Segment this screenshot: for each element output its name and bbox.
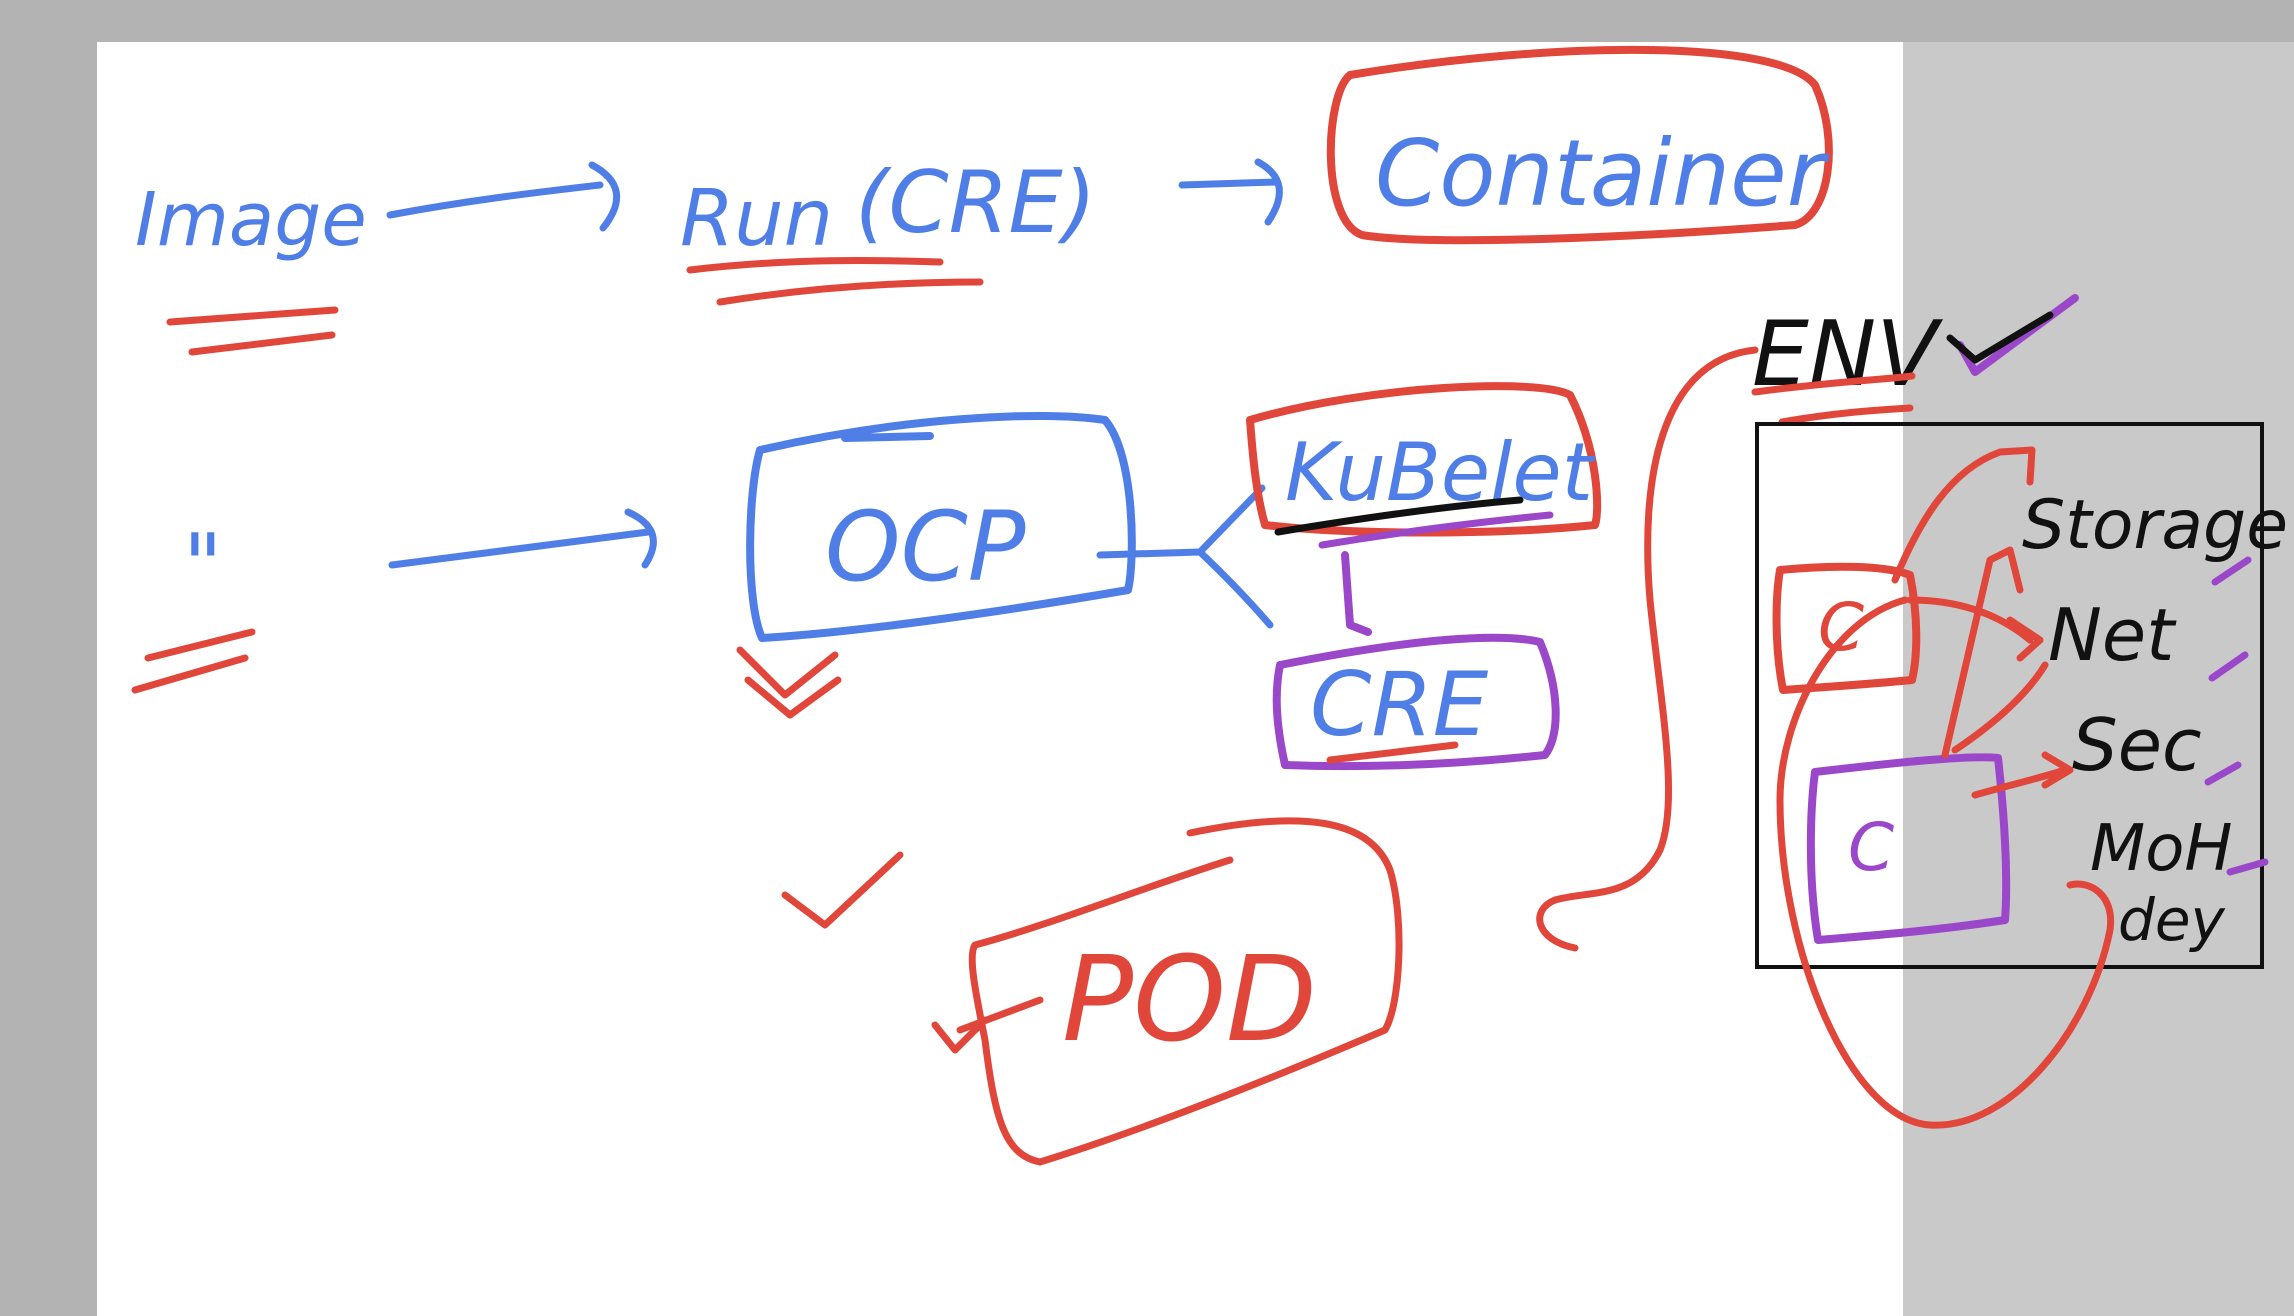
env-item-moh: MoH — [2090, 812, 2233, 886]
pod-label: POD — [1062, 930, 1317, 1068]
image-label: Image — [135, 177, 367, 263]
cre-row1-label: (CRE) — [855, 153, 1096, 253]
container-b-label: C — [1848, 809, 1894, 886]
env-item-sec: Sec — [2072, 703, 2202, 787]
whiteboard-canvas: Image Run (CRE) Container " OCP KuBelet … — [97, 42, 2294, 1316]
env-item-storage: Storage — [2022, 486, 2288, 565]
ditto-mark: " — [183, 516, 223, 616]
ocp-label: OCP — [825, 491, 1026, 603]
container-label: Container — [1375, 120, 1830, 227]
run-label: Run — [680, 174, 833, 264]
env-item-net: Net — [2048, 593, 2177, 677]
cre-row2-label: CRE — [1310, 653, 1489, 756]
env-item-dey: dey — [2118, 886, 2226, 954]
